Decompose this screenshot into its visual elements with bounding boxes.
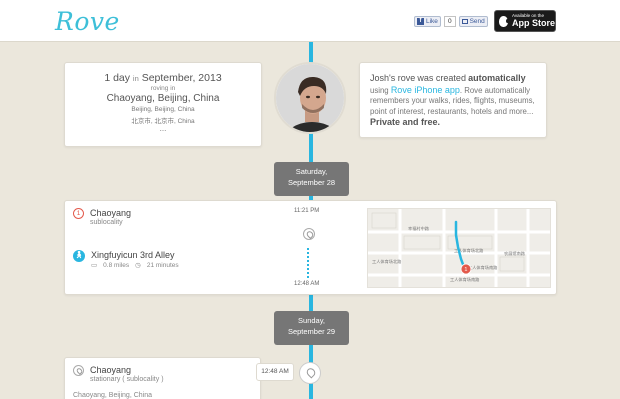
walking-icon: 🚶︎ xyxy=(73,250,85,262)
time-start: 11:21 PM xyxy=(294,208,320,214)
location-pin-icon xyxy=(73,365,84,376)
place-address: Chaoyang, Beijing, China xyxy=(73,392,152,399)
date-badge-saturday: Saturday, September 28 xyxy=(274,162,349,196)
envelope-icon xyxy=(461,19,468,24)
rove-app-link[interactable]: Rove iPhone app xyxy=(391,85,460,95)
fb-send-button[interactable]: Send xyxy=(458,16,488,27)
summary-days: 1 day xyxy=(104,72,130,84)
fb-like-label: Like xyxy=(426,18,438,25)
location-pin-icon[interactable] xyxy=(303,228,315,240)
about-tagline: Private and free. xyxy=(370,117,441,127)
date-day: September 29 xyxy=(287,327,336,336)
place-title: Chaoyang xyxy=(90,365,132,375)
map-label: 幸福村中路 xyxy=(408,225,430,232)
fb-like-button[interactable]: f Like xyxy=(414,16,441,27)
location-pin-icon[interactable] xyxy=(299,362,321,384)
walk-duration: 21 minutes xyxy=(146,261,179,269)
clock-icon: ◷ xyxy=(135,262,141,269)
about-using: using xyxy=(370,85,389,95)
place-subtitle: sublocality xyxy=(90,219,123,226)
date-weekday: Sunday, xyxy=(298,316,325,325)
place-number-badge: 1 xyxy=(73,208,84,219)
date-badge-sunday: Sunday, September 29 xyxy=(274,311,349,345)
map-label: 工人体育场南路 xyxy=(450,276,480,283)
facebook-buttons: f Like 0 Send xyxy=(414,16,488,27)
ruler-icon: ▭ xyxy=(91,262,98,269)
map-label: 工人体育场北路 xyxy=(372,258,402,265)
summary-sublocation-1: Beijing, Beijing, China xyxy=(131,106,195,113)
time-end: 12:48 AM xyxy=(294,281,320,287)
place-title: Chaoyang xyxy=(90,208,132,218)
summary-month: September, 2013 xyxy=(141,72,222,84)
place-subtitle: stationary ( sublocality ) xyxy=(90,376,164,383)
rove-summary-card: 1 day in September, 2013 roving in Chaoy… xyxy=(64,62,262,147)
about-automatically: automatically xyxy=(468,73,526,83)
map-marker-number: 1 xyxy=(464,267,467,273)
summary-in: in xyxy=(132,74,139,83)
walk-distance: 0.8 miles xyxy=(103,261,130,269)
walk-title: Xingfuyicun 3rd Alley xyxy=(91,250,175,260)
avatar[interactable] xyxy=(274,62,346,134)
route-map[interactable]: 幸福村中路 工人体育场北路 工人体育场北路 工人体育场南路 工人体育场南路 农展… xyxy=(367,208,551,288)
map-label: 工人体育场南路 xyxy=(468,264,498,271)
summary-roving: roving in xyxy=(150,85,176,92)
date-day: September 28 xyxy=(287,178,336,187)
fb-like-count: 0 xyxy=(443,16,456,27)
header-bar: Rove f Like 0 Send Available on the App … xyxy=(0,0,620,42)
map-label: 农展馆南路 xyxy=(504,250,526,257)
summary-place: Chaoyang, Beijing, China xyxy=(106,93,220,104)
time-bubble: 12:48 AM xyxy=(256,363,294,381)
fb-send-label: Send xyxy=(469,18,485,25)
about-rove-card: Josh's rove was created automatically us… xyxy=(359,62,547,138)
rove-logo[interactable]: Rove xyxy=(55,7,120,36)
rove-owner-name: Josh's rove xyxy=(370,73,416,83)
avatar-photo xyxy=(276,64,344,132)
about-was-created: was created xyxy=(417,73,466,83)
date-weekday: Saturday, xyxy=(295,167,328,176)
summary-more[interactable]: ... xyxy=(65,125,261,133)
facebook-icon: f xyxy=(417,18,424,25)
app-store-badge[interactable]: Available on the App Store xyxy=(494,10,556,32)
map-graphic: 幸福村中路 工人体育场北路 工人体育场北路 工人体育场南路 工人体育场南路 农展… xyxy=(368,209,550,287)
place-item[interactable]: 1 Chaoyang sublocality xyxy=(73,208,131,226)
place-card-sep-29[interactable]: Chaoyang stationary ( sublocality ) Chao… xyxy=(64,357,261,399)
timeline-dotted-segment xyxy=(307,248,309,278)
walk-item[interactable]: 🚶︎ Xingfuyicun 3rd Alley ▭ 0.8 miles ◷ 2… xyxy=(73,250,179,269)
apple-icon xyxy=(499,15,509,27)
appstore-big-text: App Store xyxy=(512,17,556,28)
day-card-sep-28: 1 Chaoyang sublocality 🚶︎ Xingfuyicun 3r… xyxy=(64,200,557,295)
